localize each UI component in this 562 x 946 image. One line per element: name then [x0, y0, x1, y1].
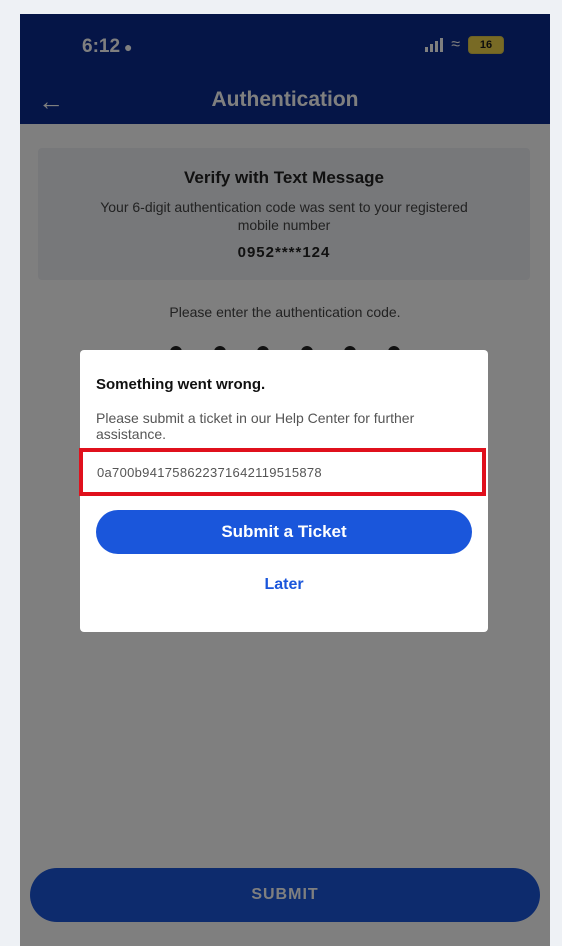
- ticket-id-field[interactable]: 0a700b9417586223716421195​15878: [79, 448, 486, 496]
- submit-ticket-button[interactable]: Submit a Ticket: [96, 510, 472, 554]
- later-button[interactable]: Later: [80, 576, 488, 594]
- phone-screen: 6:12● ≈ 16 ← Authentication Verify with …: [20, 14, 550, 946]
- dialog-title: Something went wrong.: [96, 376, 266, 393]
- ticket-id-text: 0a700b9417586223716421195​15878: [97, 464, 322, 480]
- dialog-message: Please submit a ticket in our Help Cente…: [96, 410, 415, 442]
- error-dialog: Something went wrong. Please submit a ti…: [79, 350, 488, 632]
